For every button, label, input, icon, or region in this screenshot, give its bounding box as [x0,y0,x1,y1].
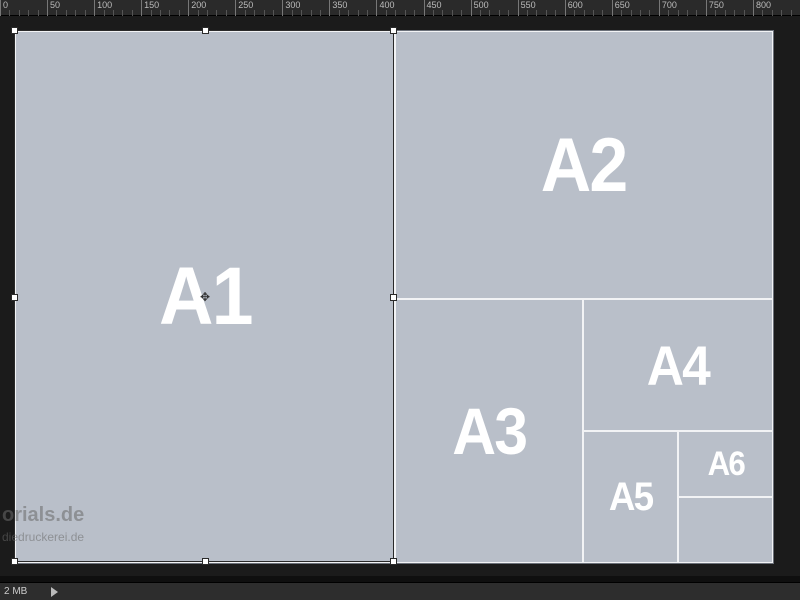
label-a1: A1 [159,250,252,344]
status-bar: 2 MB [0,582,800,600]
label-a4: A4 [647,333,709,398]
label-a2: A2 [541,122,627,209]
ruler-tick: 0 [0,0,8,16]
artboard: A1 A2 A3 A4 A5 A6 [14,30,774,564]
box-a3[interactable]: A3 [395,299,583,563]
ruler-horizontal[interactable]: 0501001502002503003504004505005506006507… [0,0,800,16]
box-a1[interactable]: A1 [15,31,395,563]
watermark-line2: diedruckerei.de [2,526,84,548]
box-a2[interactable]: A2 [395,31,773,299]
box-a6[interactable]: A6 [678,431,773,497]
label-a5: A5 [609,475,652,520]
canvas-area[interactable]: A1 A2 A3 A4 A5 A6 [0,16,800,576]
label-a6: A6 [707,445,743,484]
watermark-line1: orials.de [2,504,84,526]
status-filesize: 2 MB [4,586,27,597]
box-a5[interactable]: A5 [583,431,678,563]
label-a3: A3 [452,393,526,469]
watermark: orials.de diedruckerei.de [0,504,84,548]
play-icon[interactable] [51,587,58,597]
box-a4[interactable]: A4 [583,299,773,431]
box-blank[interactable] [678,497,773,563]
